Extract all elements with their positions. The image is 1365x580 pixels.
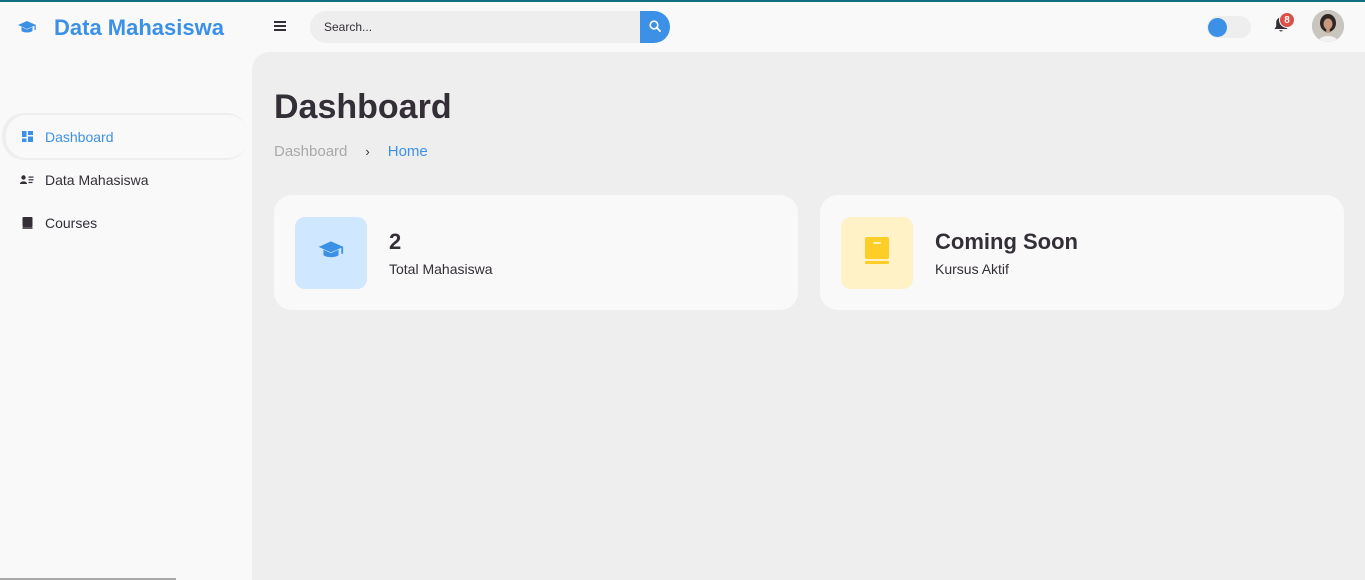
sidebar-item-label: Dashboard — [45, 128, 114, 145]
book-icon — [20, 216, 34, 230]
notification-count-badge: 8 — [1279, 12, 1295, 28]
search-input[interactable] — [310, 11, 640, 43]
sidebar: Data Mahasiswa Dashboard Data Mahasiswa … — [0, 2, 252, 580]
graduation-cap-icon — [317, 240, 345, 267]
search-icon — [649, 19, 661, 35]
book-icon — [864, 236, 890, 270]
stat-value: 2 — [389, 229, 402, 254]
search-button[interactable] — [640, 11, 670, 43]
page-title: Dashboard — [274, 88, 452, 126]
breadcrumb-link-dashboard[interactable]: Dashboard — [274, 143, 347, 160]
stat-card-kursus-aktif: Coming Soon Kursus Aktif — [820, 195, 1344, 310]
stat-value: Coming Soon — [935, 229, 1078, 254]
search-form — [310, 11, 670, 43]
sidebar-menu: Dashboard Data Mahasiswa Courses — [0, 115, 252, 244]
user-list-icon — [20, 173, 34, 187]
card-icon-box — [295, 217, 367, 289]
dashboard-grid-icon — [20, 130, 34, 144]
breadcrumb-link-home[interactable]: Home — [388, 143, 428, 160]
sidebar-item-data-mahasiswa[interactable]: Data Mahasiswa — [0, 158, 252, 201]
sidebar-item-courses[interactable]: Courses — [0, 201, 252, 244]
breadcrumb: Dashboard › Home — [274, 143, 428, 160]
stat-card-total-mahasiswa: 2 Total Mahasiswa — [274, 195, 798, 310]
chevron-right-icon: › — [365, 144, 370, 159]
avatar[interactable] — [1312, 10, 1344, 42]
theme-toggle[interactable] — [1207, 16, 1251, 38]
graduation-cap-icon — [16, 17, 38, 39]
sidebar-item-dashboard[interactable]: Dashboard — [6, 115, 248, 158]
toggle-knob — [1208, 18, 1227, 37]
main-content — [252, 52, 1365, 580]
brand[interactable]: Data Mahasiswa — [16, 14, 224, 42]
sidebar-item-label: Courses — [45, 214, 98, 231]
stat-label: Total Mahasiswa — [389, 261, 493, 277]
card-icon-box — [841, 217, 913, 289]
hamburger-icon[interactable] — [274, 20, 286, 32]
stat-label: Kursus Aktif — [935, 261, 1009, 277]
sidebar-item-label: Data Mahasiswa — [45, 171, 149, 188]
brand-title: Data Mahasiswa — [54, 15, 224, 40]
